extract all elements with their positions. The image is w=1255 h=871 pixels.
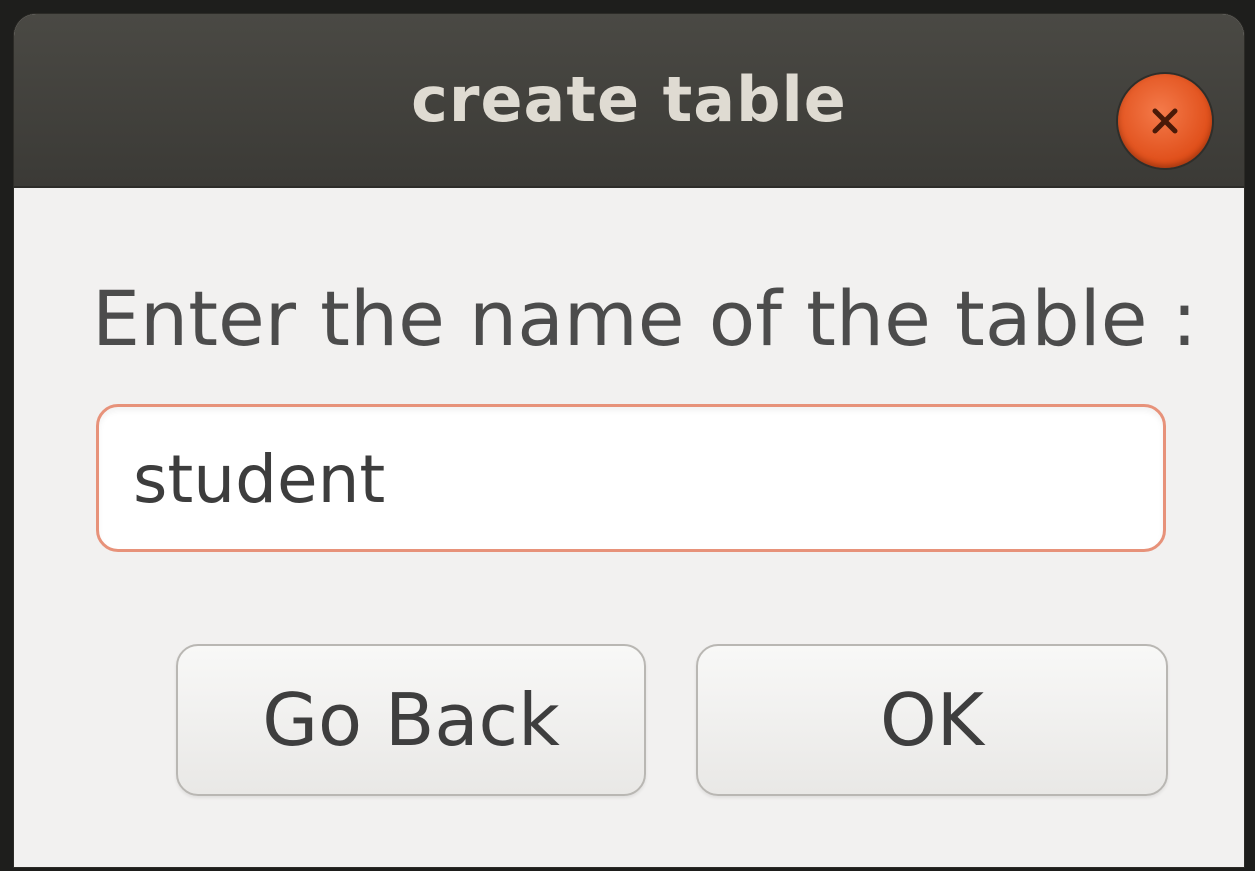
create-table-dialog: create table Enter the name of the table… (14, 14, 1244, 867)
table-name-field[interactable] (96, 404, 1166, 552)
title-bar[interactable]: create table (14, 14, 1244, 188)
close-button[interactable] (1118, 74, 1212, 168)
table-name-input[interactable] (133, 427, 1123, 531)
dialog-title: create table (411, 63, 847, 136)
close-icon (1152, 108, 1178, 134)
go-back-button[interactable]: Go Back (176, 644, 646, 796)
ok-button[interactable]: OK (696, 644, 1168, 796)
table-name-label: Enter the name of the table : (92, 274, 1198, 363)
